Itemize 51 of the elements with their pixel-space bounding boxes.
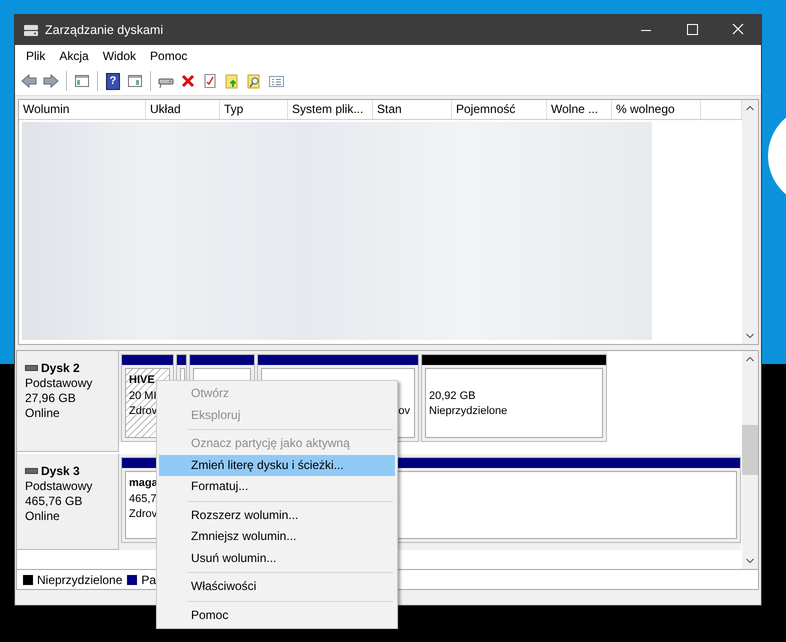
column-header[interactable]: Pojemność — [452, 100, 547, 119]
partition-detail: 20 MI — [129, 388, 157, 404]
help-icon[interactable]: ? — [106, 72, 120, 90]
column-header[interactable]: Wolumin — [19, 100, 146, 119]
menu-item[interactable]: Widok — [96, 49, 144, 63]
disk-name: Dysk 3 — [41, 463, 80, 479]
partition-detail: Zdrov — [129, 507, 158, 522]
volume-name: HIVE — [129, 373, 155, 388]
disk-size: 27,96 GB — [25, 391, 77, 406]
menu-item[interactable]: Rozszerz wolumin... — [159, 504, 395, 526]
disk-name: Dysk 2 — [41, 360, 80, 376]
document-search-icon[interactable] — [246, 73, 262, 89]
list-icon[interactable] — [268, 73, 284, 89]
menu-item[interactable]: Właściwości — [159, 576, 395, 598]
partition-detail: ov — [398, 404, 410, 419]
disk-management-icon — [23, 22, 39, 38]
disk-type: Podstawowy — [25, 479, 94, 494]
menu-item[interactable]: Akcja — [52, 49, 96, 63]
column-header[interactable]: Typ — [220, 100, 288, 119]
partition[interactable]: 20,92 GB Nieprzydzielone — [421, 354, 607, 442]
partition-detail: Zdrov — [129, 404, 158, 419]
disk-type: Podstawowy — [25, 376, 94, 391]
menu-item[interactable]: Usuń wolumin... — [159, 548, 395, 569]
partition-detail: 465,7 — [129, 492, 157, 506]
disk-status: Online — [25, 509, 61, 524]
menu-item[interactable]: Zmień literę dysku i ścieżki... — [159, 454, 395, 476]
partition-detail: Nieprzydzielone — [429, 404, 508, 419]
legend-label: Pa — [141, 572, 156, 586]
menu-item[interactable]: Pomoc — [143, 49, 194, 63]
checked-document-icon[interactable] — [202, 73, 218, 89]
column-header[interactable]: Układ — [146, 100, 220, 119]
disk-status: Online — [25, 406, 61, 421]
menu-item[interactable]: Pomoc — [159, 604, 395, 626]
delete-icon[interactable] — [180, 73, 196, 89]
partition-detail: 20,92 GB — [429, 388, 476, 404]
scrollbar[interactable] — [742, 351, 758, 569]
forward-arrow-icon[interactable] — [43, 73, 59, 89]
column-header[interactable]: Stan — [373, 100, 452, 119]
menu-item[interactable]: Plik — [19, 49, 52, 63]
column-header[interactable]: Wolne ... — [547, 100, 612, 119]
back-arrow-icon[interactable] — [21, 73, 37, 89]
window-icon[interactable] — [127, 73, 143, 89]
column-header[interactable]: System plik... — [288, 100, 373, 119]
menu-item[interactable]: Formatuj... — [159, 476, 395, 498]
panel-icon[interactable] — [74, 73, 90, 89]
column-header[interactable]: % wolnego — [612, 100, 701, 119]
disk-size: 465,76 GB — [25, 494, 84, 509]
legend-label: Nieprzydzielone — [37, 572, 122, 586]
scrollbar[interactable] — [742, 100, 758, 344]
window-title: Zarządzanie dyskami — [45, 23, 164, 37]
scroll-thumb[interactable] — [742, 425, 758, 475]
